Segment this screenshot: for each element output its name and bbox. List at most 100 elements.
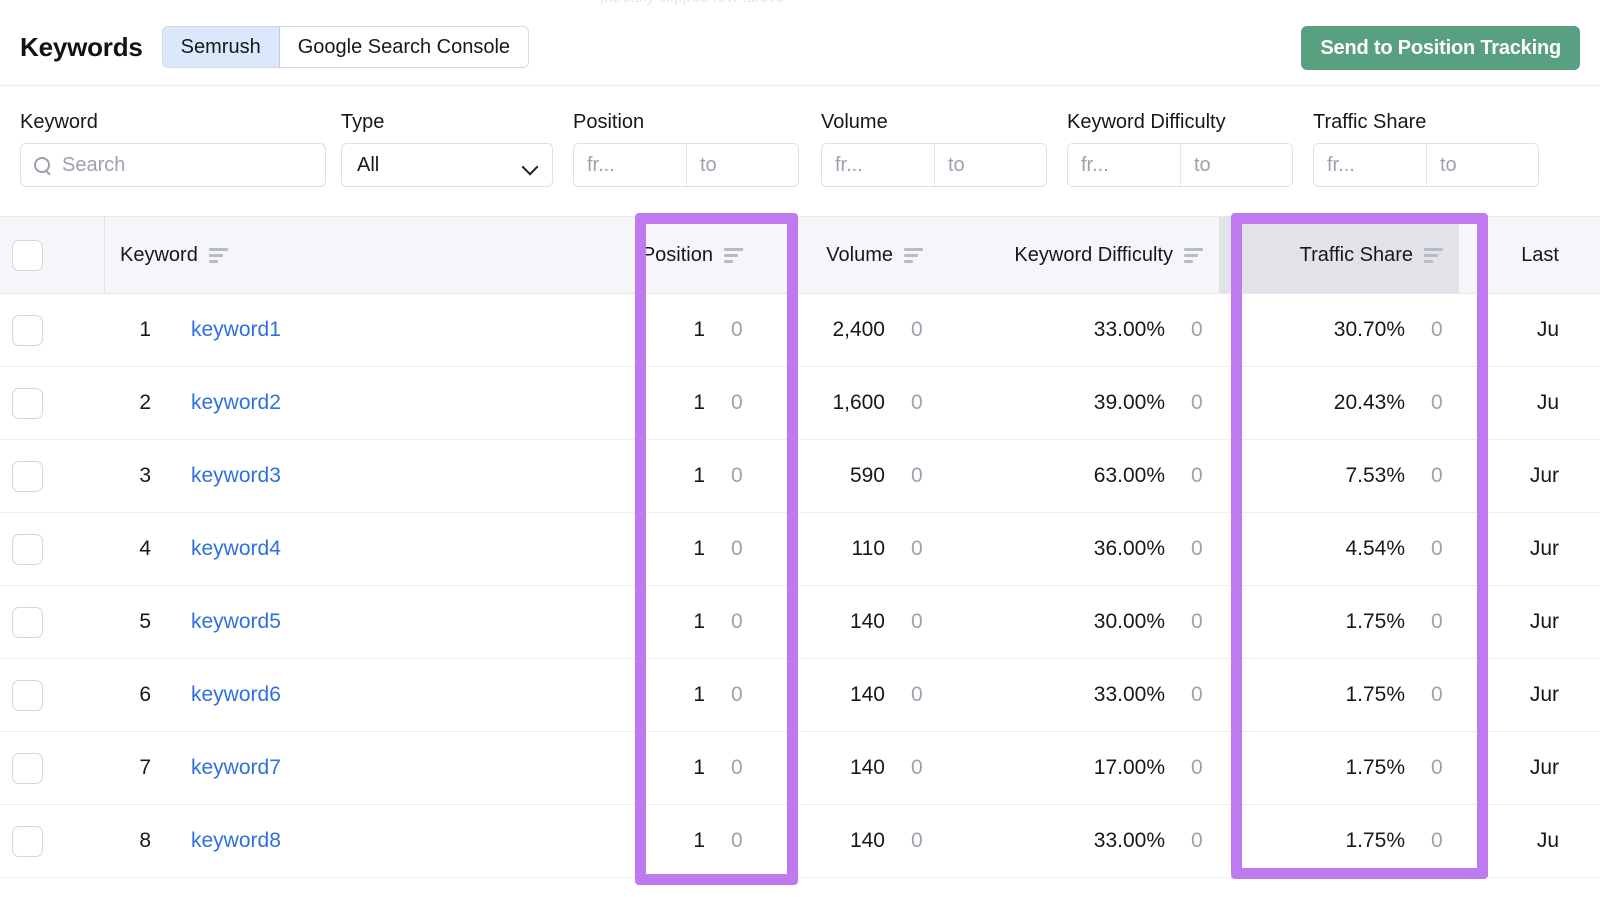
traffic-share-delta: 0 — [1431, 391, 1443, 414]
row-select-cell — [0, 513, 105, 585]
keyword-difficulty-value: 36.00% — [1093, 537, 1165, 560]
table-row[interactable]: 3 keyword3 1 0 590 0 63.00% 0 7.53% 0 Jur — [0, 440, 1600, 513]
table-row[interactable]: 8 keyword8 1 0 140 0 33.00% 0 1.75% 0 Ju — [0, 805, 1600, 878]
type-select[interactable]: All — [341, 143, 553, 187]
select-all-cell — [0, 217, 105, 293]
keyword-link[interactable]: keyword4 — [151, 537, 611, 561]
column-header-last[interactable]: Last — [1459, 217, 1559, 293]
filter-volume: Volume fr... to — [821, 110, 1047, 187]
page-title: Keywords — [20, 31, 143, 62]
keyword-difficulty-delta: 0 — [1191, 756, 1203, 779]
keyword-link[interactable]: keyword3 — [151, 464, 611, 488]
keyword-link[interactable]: keyword5 — [151, 610, 611, 634]
cell-last-update: Jur — [1529, 537, 1559, 560]
column-header-keyword-difficulty-label: Keyword Difficulty — [1014, 243, 1173, 266]
column-header-volume[interactable]: Volume — [759, 217, 939, 293]
table-row[interactable]: 5 keyword5 1 0 140 0 30.00% 0 1.75% 0 Jur — [0, 586, 1600, 659]
row-checkbox[interactable] — [12, 752, 43, 784]
cell-position: 10 — [611, 732, 759, 804]
column-header-keyword[interactable]: Keyword — [105, 217, 611, 293]
column-header-traffic-share[interactable]: Traffic Share — [1219, 217, 1459, 293]
volume-delta: 0 — [911, 610, 923, 633]
position-delta: 0 — [731, 391, 743, 414]
keyword-difficulty-delta: 0 — [1191, 610, 1203, 633]
cell-last-update: Jur — [1529, 683, 1559, 706]
row-checkbox[interactable] — [12, 387, 43, 419]
position-value: 1 — [693, 318, 705, 341]
row-checkbox[interactable] — [12, 533, 43, 565]
table-row[interactable]: 1 keyword1 1 0 2,400 0 33.00% 0 30.70% 0 Ju — [0, 294, 1600, 367]
filter-traffic-share: Traffic Share fr... to — [1313, 110, 1539, 187]
keyword-link[interactable]: keyword8 — [151, 829, 611, 853]
keyword-link[interactable]: keyword2 — [151, 391, 611, 415]
row-select-cell — [0, 586, 105, 658]
position-delta: 0 — [731, 829, 743, 852]
keyword-link[interactable]: keyword7 — [151, 756, 611, 780]
keyword-difficulty-value: 30.00% — [1093, 610, 1165, 633]
table-row[interactable]: 4 keyword4 1 0 110 0 36.00% 0 4.54% 0 Jur — [0, 513, 1600, 586]
row-select-cell — [0, 440, 105, 512]
row-checkbox[interactable] — [12, 606, 43, 638]
row-checkbox[interactable] — [12, 679, 43, 711]
position-delta: 0 — [731, 464, 743, 487]
volume-range: fr... to — [821, 143, 1047, 187]
send-to-position-tracking-button[interactable]: Send to Position Tracking — [1301, 26, 1580, 70]
keyword-difficulty-delta: 0 — [1191, 537, 1203, 560]
keyword-difficulty-value: 63.00% — [1093, 464, 1165, 487]
cell-traffic-share: 1.75% 0 — [1219, 586, 1459, 658]
volume-value: 2,400 — [832, 318, 885, 341]
traffic-share-delta: 0 — [1431, 829, 1443, 852]
keyword-link[interactable]: keyword1 — [151, 318, 611, 342]
position-from-input[interactable]: fr... — [574, 144, 686, 186]
keyword-difficulty-to-input[interactable]: to — [1180, 144, 1292, 186]
row-checkbox[interactable] — [12, 460, 43, 492]
table-row[interactable]: 2 keyword2 1 0 1,600 0 39.00% 0 20.43% 0 Ju — [0, 367, 1600, 440]
clipped-row-text: partially clipped row above — [600, 0, 785, 6]
cell-keyword-difficulty: 17.00% 0 — [939, 732, 1219, 804]
cell-keyword-difficulty: 33.00% 0 — [939, 294, 1219, 366]
traffic-share-delta: 0 — [1431, 464, 1443, 487]
row-checkbox[interactable] — [12, 825, 43, 857]
position-to-input[interactable]: to — [686, 144, 798, 186]
position-delta: 0 — [731, 537, 743, 560]
table-row[interactable]: 7 keyword7 1 0 140 0 17.00% 0 1.75% 0 Jur — [0, 732, 1600, 805]
position-value: 1 — [693, 756, 705, 779]
traffic-share-from-input[interactable]: fr... — [1314, 144, 1426, 186]
filter-position-label: Position — [573, 111, 645, 133]
volume-from-input[interactable]: fr... — [822, 144, 934, 186]
cell-last-update: Ju — [1536, 829, 1559, 852]
keyword-difficulty-from-input[interactable]: fr... — [1068, 144, 1180, 186]
position-delta: 0 — [731, 756, 743, 779]
position-value: 1 — [693, 464, 705, 487]
row-select-cell — [0, 659, 105, 731]
keyword-difficulty-delta: 0 — [1191, 829, 1203, 852]
row-index: 5 — [139, 610, 151, 633]
column-header-keyword-label: Keyword — [120, 243, 198, 266]
cell-keyword-difficulty: 30.00% 0 — [939, 586, 1219, 658]
tab-google-search-console[interactable]: Google Search Console — [279, 27, 529, 67]
row-index: 8 — [139, 829, 151, 852]
volume-delta: 0 — [911, 683, 923, 706]
keywords-table: Keyword Position Volume Keyword Difficul… — [0, 216, 1600, 878]
volume-to-input[interactable]: to — [934, 144, 1046, 186]
keyword-link[interactable]: keyword6 — [151, 683, 611, 707]
table-row[interactable]: 6 keyword6 1 0 140 0 33.00% 0 1.75% 0 Jur — [0, 659, 1600, 732]
traffic-share-to-input[interactable]: to — [1426, 144, 1538, 186]
column-header-keyword-difficulty[interactable]: Keyword Difficulty — [939, 217, 1219, 293]
search-input[interactable]: Search — [20, 143, 326, 187]
row-checkbox[interactable] — [12, 314, 43, 346]
clipped-row-above: partially clipped row above — [0, 0, 1600, 9]
volume-value: 140 — [849, 683, 885, 706]
volume-value: 110 — [851, 537, 885, 560]
tab-semrush[interactable]: Semrush — [162, 27, 280, 67]
sort-icon — [1424, 247, 1443, 263]
panel-header: Keywords Semrush Google Search Console S… — [0, 9, 1600, 86]
keywords-report-panel: partially clipped row above Keywords Sem… — [0, 0, 1600, 897]
cell-keyword-difficulty: 36.00% 0 — [939, 513, 1219, 585]
column-header-position[interactable]: Position — [611, 217, 759, 293]
volume-value: 140 — [849, 756, 885, 779]
filter-keyword-difficulty-label: Keyword Difficulty — [1067, 111, 1226, 133]
volume-delta: 0 — [911, 829, 923, 852]
volume-value: 1,600 — [832, 391, 885, 414]
select-all-checkbox[interactable] — [12, 239, 43, 271]
